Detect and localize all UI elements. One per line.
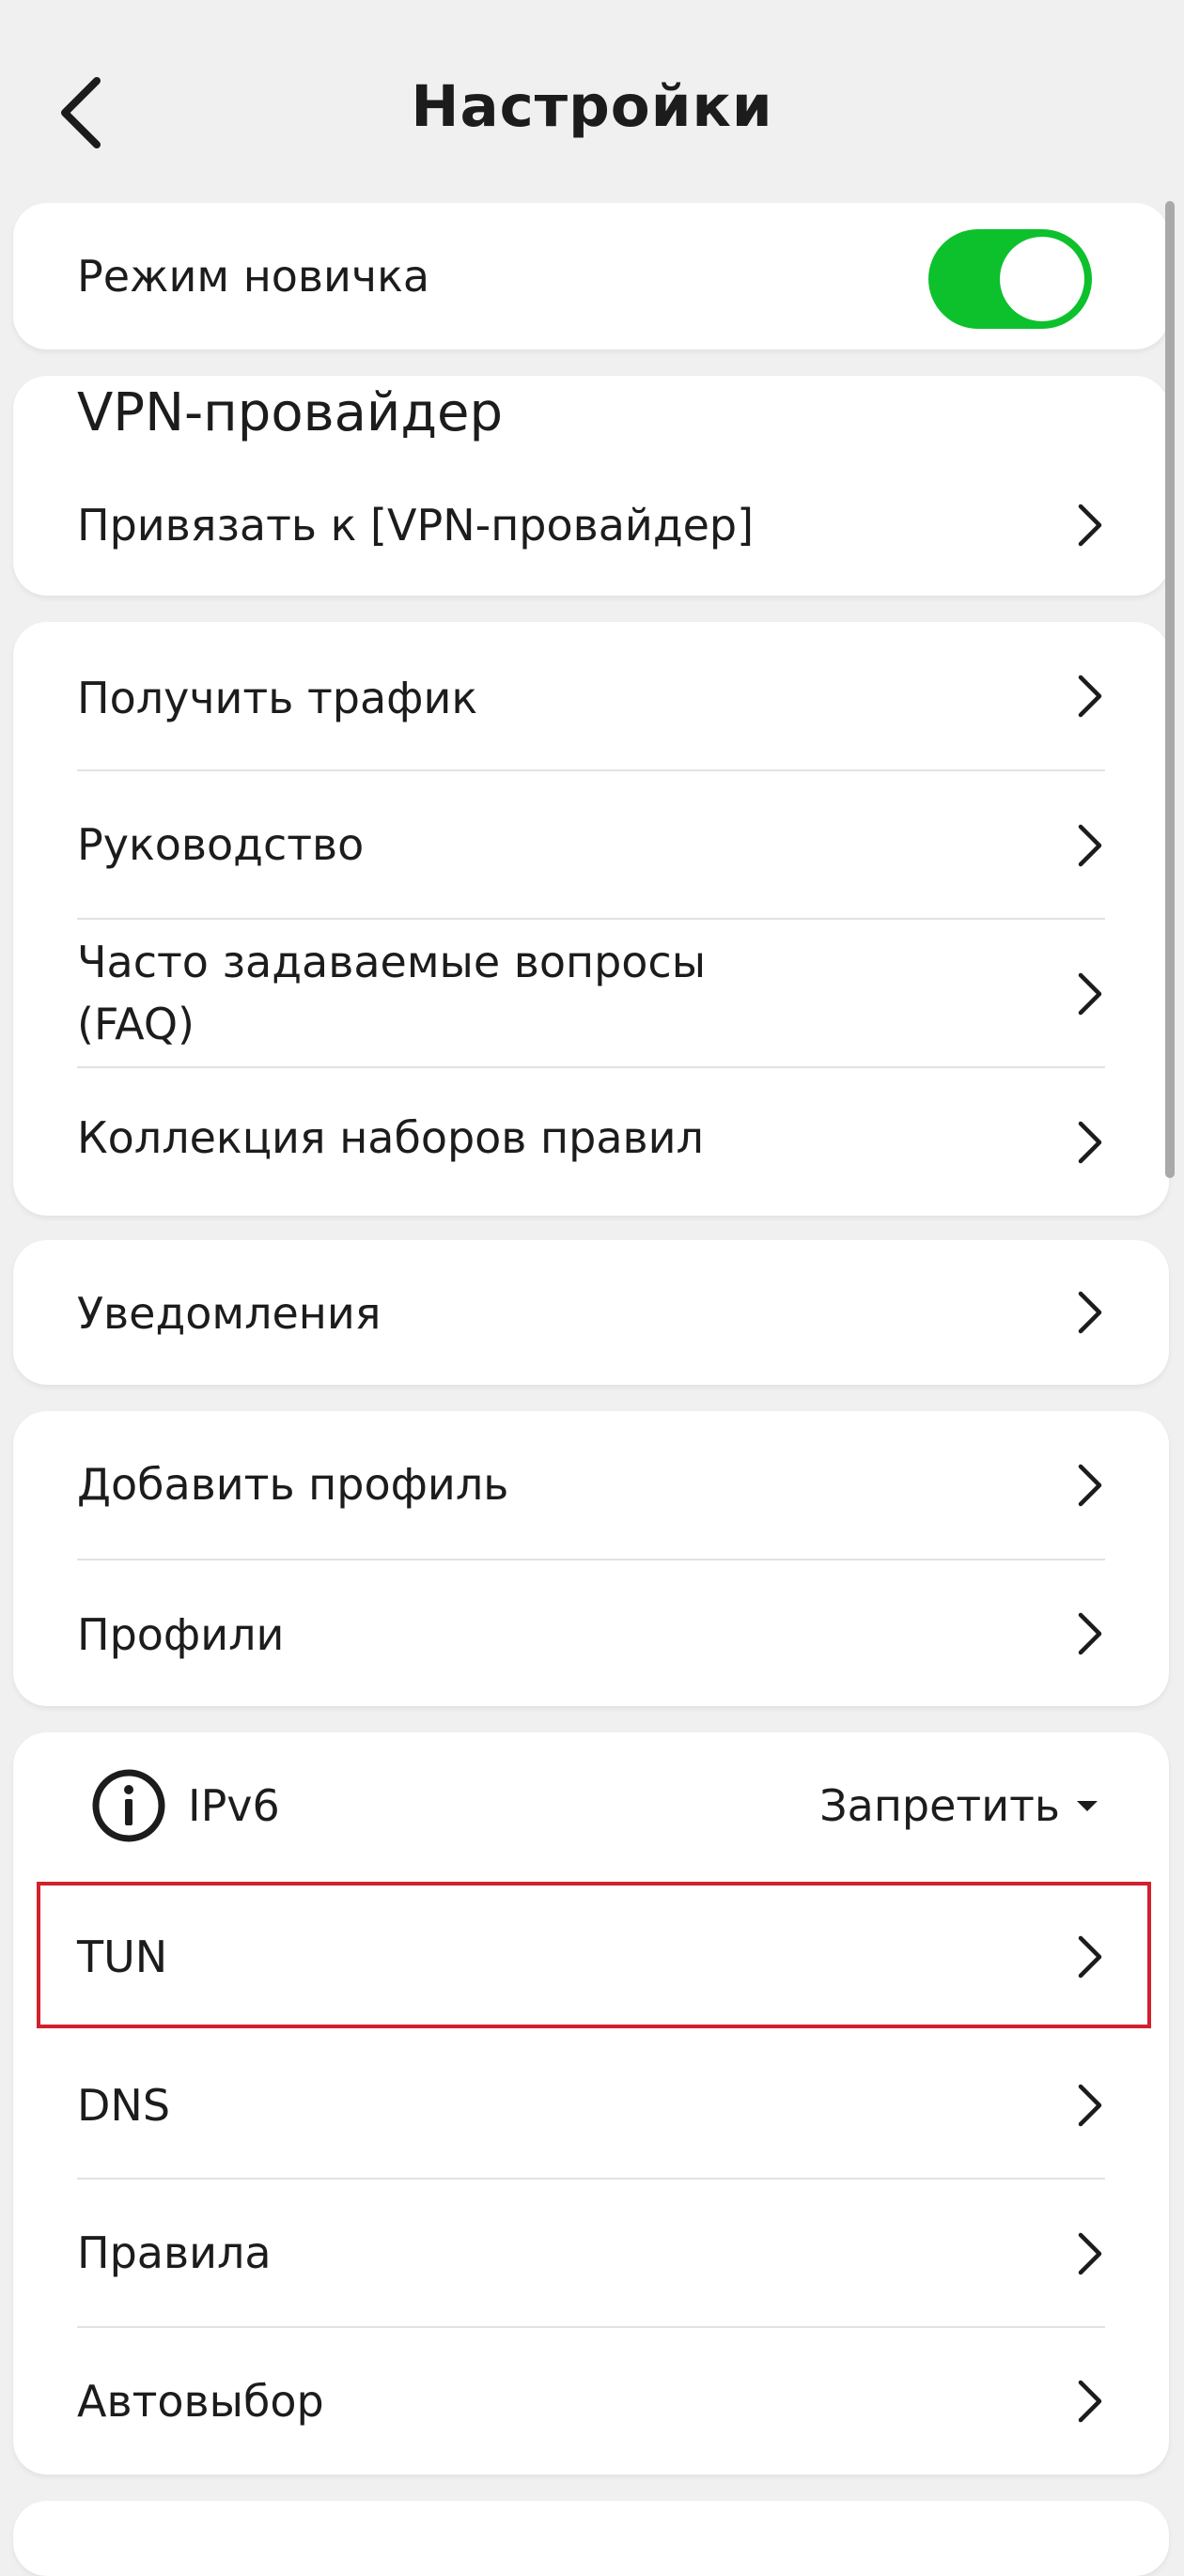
chevron-right-icon — [1078, 2380, 1102, 2423]
add-profile-label: Добавить профиль — [77, 1459, 509, 1510]
caret-down-icon — [1077, 1800, 1098, 1811]
bind-vpn-provider-row[interactable]: Привязать к [VPN-провайдер] — [13, 466, 1169, 584]
beginner-mode-row: Режим новичка — [13, 203, 1169, 349]
get-traffic-row[interactable]: Получить трафик — [13, 622, 1169, 770]
chevron-right-icon — [1078, 972, 1102, 1016]
autoselect-row[interactable]: Автовыбор — [13, 2328, 1169, 2475]
guide-label: Руководство — [77, 819, 365, 870]
get-traffic-label: Получить трафик — [77, 673, 478, 723]
help-card: Получить трафик Руководство Часто задава… — [13, 622, 1169, 1216]
app-header: Настройки — [0, 0, 1184, 197]
ipv6-label: IPv6 — [188, 1780, 280, 1831]
info-icon[interactable] — [90, 1767, 167, 1844]
profiles-label: Профили — [77, 1609, 285, 1660]
vpn-provider-card: VPN-провайдер Привязать к [VPN-провайдер… — [13, 376, 1169, 596]
chevron-right-icon — [1078, 675, 1102, 718]
tun-row[interactable]: TUN — [13, 1883, 1169, 2031]
tun-label: TUN — [77, 1932, 168, 1982]
dns-row[interactable]: DNS — [13, 2031, 1169, 2180]
beginner-mode-label: Режим новичка — [77, 251, 430, 302]
beginner-mode-card: Режим новичка — [13, 203, 1169, 349]
ipv6-dropdown-value: Запретить — [819, 1780, 1060, 1831]
faq-label: Часто задаваемые вопросы (FAQ) — [77, 937, 707, 1049]
autoselect-label: Автовыбор — [77, 2376, 324, 2427]
toggle-knob — [1000, 237, 1084, 321]
chevron-right-icon — [1078, 1612, 1102, 1655]
chevron-right-icon — [1078, 2232, 1102, 2275]
chevron-right-icon — [1078, 2084, 1102, 2127]
ipv6-row: IPv6 Запретить — [13, 1732, 1169, 1881]
faq-row[interactable]: Часто задаваемые вопросы (FAQ) — [13, 920, 1169, 1067]
add-profile-row[interactable]: Добавить профиль — [13, 1411, 1169, 1559]
dns-label: DNS — [77, 2080, 171, 2131]
notifications-card: Уведомления — [13, 1240, 1169, 1385]
vpn-provider-title: VPN-провайдер — [77, 382, 504, 443]
scrollbar[interactable] — [1165, 201, 1175, 1178]
page-title: Настройки — [411, 73, 773, 140]
rules-label: Правила — [77, 2227, 272, 2278]
chevron-right-icon — [1078, 504, 1102, 547]
ipv6-dropdown[interactable]: Запретить — [819, 1775, 1098, 1837]
rulesets-collection-label: Коллекция наборов правил — [77, 1112, 704, 1163]
notifications-label: Уведомления — [77, 1288, 382, 1339]
chevron-right-icon — [1078, 1935, 1102, 1979]
chevron-right-icon — [1078, 824, 1102, 867]
next-card-partial — [13, 2501, 1169, 2576]
chevron-right-icon — [1078, 1291, 1102, 1334]
notifications-row[interactable]: Уведомления — [13, 1240, 1169, 1385]
bind-vpn-provider-label: Привязать к [VPN-провайдер] — [77, 500, 755, 551]
beginner-mode-toggle[interactable] — [928, 229, 1092, 329]
profiles-card: Добавить профиль Профили — [13, 1411, 1169, 1706]
chevron-right-icon — [1078, 1121, 1102, 1164]
profiles-row[interactable]: Профили — [13, 1560, 1169, 1706]
chevron-right-icon — [1078, 1464, 1102, 1507]
guide-row[interactable]: Руководство — [13, 771, 1169, 919]
rulesets-collection-row[interactable]: Коллекция наборов правил — [13, 1068, 1169, 1216]
rules-row[interactable]: Правила — [13, 2180, 1169, 2327]
network-card: IPv6 Запретить TUN DNS Правила Автовыбор — [13, 1732, 1169, 2475]
